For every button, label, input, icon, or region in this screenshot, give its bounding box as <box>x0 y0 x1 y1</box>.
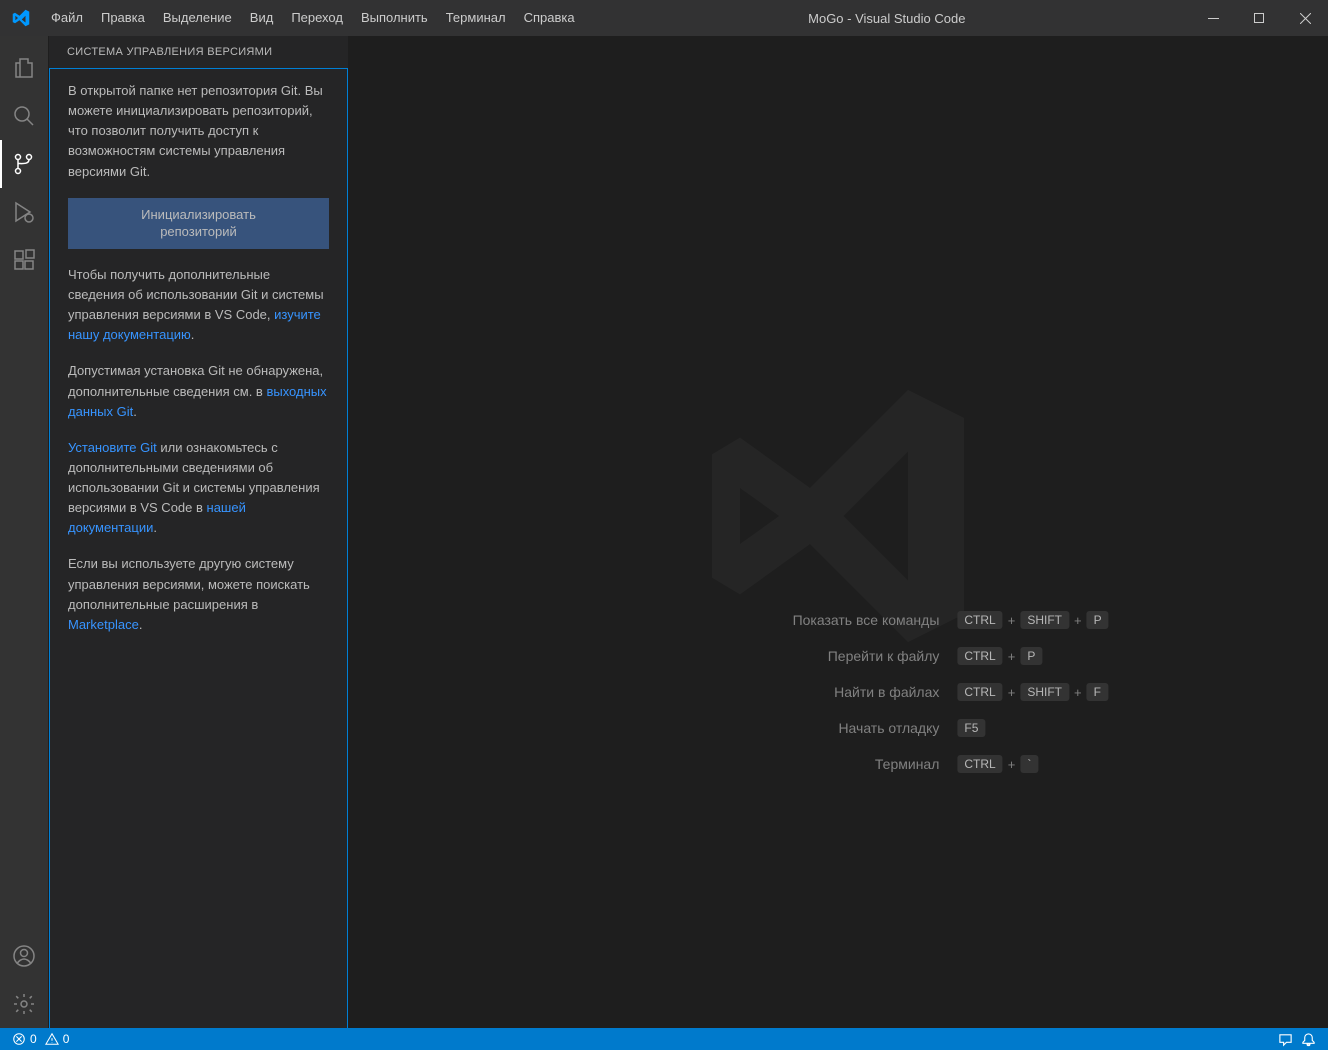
activity-search[interactable] <box>0 92 48 140</box>
menu-file[interactable]: Файл <box>42 0 92 36</box>
marketplace-link[interactable]: Marketplace <box>68 617 139 632</box>
keyboard-key: CTRL <box>957 683 1002 701</box>
activity-bar <box>0 36 48 1028</box>
key-separator: + <box>1069 685 1087 700</box>
shortcut-label: Начать отладку <box>567 720 957 736</box>
shortcut-row: Начать отладкуF5 <box>567 719 1108 737</box>
status-errors[interactable]: 0 <box>8 1032 41 1046</box>
shortcuts-list: Показать все командыCTRL+SHIFT+PПерейти … <box>567 611 1108 791</box>
keyboard-key: SHIFT <box>1020 611 1069 629</box>
shortcut-row: Перейти к файлуCTRL+P <box>567 647 1108 665</box>
activity-settings[interactable] <box>0 980 48 1028</box>
activity-explorer[interactable] <box>0 44 48 92</box>
status-feedback[interactable] <box>1274 1032 1297 1047</box>
scm-info-text-5: Если вы используете другую систему управ… <box>68 554 329 635</box>
status-bar: 0 0 <box>0 1028 1328 1050</box>
shortcut-label: Показать все команды <box>567 612 957 628</box>
shortcut-row: Найти в файлахCTRL+SHIFT+F <box>567 683 1108 701</box>
scm-info-text-1: В открытой папке нет репозитория Git. Вы… <box>68 81 329 182</box>
activity-extensions[interactable] <box>0 236 48 284</box>
shortcut-keys: CTRL+SHIFT+F <box>957 683 1108 701</box>
init-repository-button[interactable]: Инициализироватьрепозиторий <box>68 198 329 249</box>
scm-info-text-4: Установите Git или ознакомьтесь с дополн… <box>68 438 329 539</box>
install-git-link[interactable]: Установите Git <box>68 440 157 455</box>
menu-go[interactable]: Переход <box>282 0 352 36</box>
window-maximize-button[interactable] <box>1236 0 1282 36</box>
keyboard-key: CTRL <box>957 647 1002 665</box>
app-logo-icon <box>0 9 42 27</box>
title-bar: Файл Правка Выделение Вид Переход Выполн… <box>0 0 1328 36</box>
key-separator: + <box>1003 685 1021 700</box>
side-bar: Система управления версиями В открытой п… <box>48 36 348 1028</box>
activity-source-control[interactable] <box>0 140 48 188</box>
keyboard-key: SHIFT <box>1020 683 1069 701</box>
keyboard-key: P <box>1020 647 1042 665</box>
shortcut-keys: CTRL+SHIFT+P <box>957 611 1108 629</box>
menu-run[interactable]: Выполнить <box>352 0 437 36</box>
key-separator: + <box>1003 649 1021 664</box>
keyboard-key: ` <box>1020 755 1038 773</box>
sidebar-header: Система управления версиями <box>49 36 348 68</box>
scm-info-text-3: Допустимая установка Git не обнаружена, … <box>68 361 329 421</box>
menu-bar: Файл Правка Выделение Вид Переход Выполн… <box>42 0 584 36</box>
menu-edit[interactable]: Правка <box>92 0 154 36</box>
keyboard-key: CTRL <box>957 611 1002 629</box>
keyboard-key: CTRL <box>957 755 1002 773</box>
window-minimize-button[interactable] <box>1190 0 1236 36</box>
shortcut-label: Найти в файлах <box>567 684 957 700</box>
shortcut-keys: CTRL+P <box>957 647 1042 665</box>
key-separator: + <box>1003 757 1021 772</box>
menu-view[interactable]: Вид <box>241 0 283 36</box>
window-close-button[interactable] <box>1282 0 1328 36</box>
status-notifications[interactable] <box>1297 1032 1320 1047</box>
activity-run-debug[interactable] <box>0 188 48 236</box>
shortcut-row: Показать все командыCTRL+SHIFT+P <box>567 611 1108 629</box>
editor-area: Показать все командыCTRL+SHIFT+PПерейти … <box>348 36 1328 1028</box>
scm-view: В открытой папке нет репозитория Git. Вы… <box>49 68 348 1028</box>
shortcut-keys: CTRL+` <box>957 755 1038 773</box>
key-separator: + <box>1003 613 1021 628</box>
keyboard-key: F5 <box>957 719 985 737</box>
menu-help[interactable]: Справка <box>515 0 584 36</box>
keyboard-key: F <box>1087 683 1108 701</box>
key-separator: + <box>1069 613 1087 628</box>
shortcut-label: Терминал <box>567 756 957 772</box>
activity-account[interactable] <box>0 932 48 980</box>
status-warnings[interactable]: 0 <box>41 1032 74 1046</box>
shortcut-row: ТерминалCTRL+` <box>567 755 1108 773</box>
scm-info-text-2: Чтобы получить дополнительные сведения о… <box>68 265 329 346</box>
window-title: MoGo - Visual Studio Code <box>584 11 1190 26</box>
shortcut-keys: F5 <box>957 719 985 737</box>
shortcut-label: Перейти к файлу <box>567 648 957 664</box>
menu-selection[interactable]: Выделение <box>154 0 241 36</box>
menu-terminal[interactable]: Терминал <box>437 0 515 36</box>
keyboard-key: P <box>1087 611 1109 629</box>
